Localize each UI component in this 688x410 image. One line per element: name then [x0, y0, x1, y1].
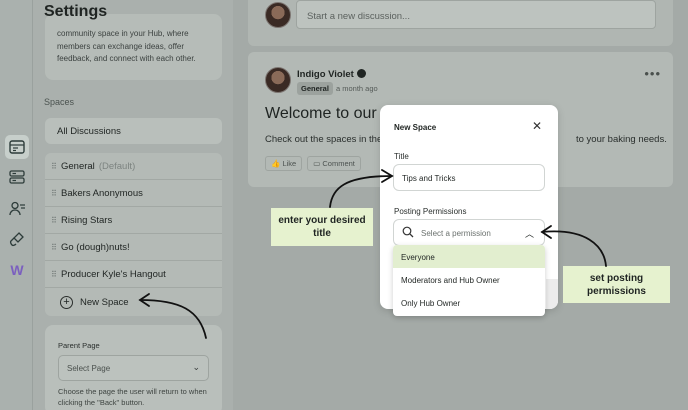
title-callout: enter your desired title: [271, 208, 373, 246]
drag-handle-icon[interactable]: ⠿: [51, 216, 61, 225]
avatar: [265, 67, 291, 93]
comment-label: Comment: [322, 159, 355, 168]
space-tag[interactable]: General: [297, 82, 333, 95]
modal-title: New Space: [394, 123, 437, 132]
page-title: Settings: [44, 3, 108, 20]
chevron-up-icon[interactable]: ︿: [525, 227, 534, 240]
paint-icon[interactable]: [6, 228, 28, 250]
space-name: Go (dough)nuts!: [61, 241, 130, 253]
permissions-label: Posting Permissions: [394, 207, 467, 216]
server-icon[interactable]: [6, 166, 28, 188]
space-item-bakers-anonymous[interactable]: ⠿ Bakers Anonymous: [45, 180, 222, 207]
verified-badge-icon: [356, 69, 366, 78]
search-icon: [402, 226, 414, 240]
space-item-general[interactable]: ⠿ General (Default): [45, 153, 222, 180]
space-description-card: community space in your Hub, where membe…: [45, 14, 222, 80]
modal-action-button[interactable]: [546, 279, 558, 309]
option-everyone[interactable]: Everyone: [393, 245, 545, 268]
parent-page-label: Parent Page: [58, 341, 100, 350]
space-name: General: [61, 160, 95, 172]
parent-page-placeholder: Select Page: [67, 364, 111, 373]
drag-handle-icon[interactable]: ⠿: [51, 189, 61, 198]
space-item-rising-stars[interactable]: ⠿ Rising Stars: [45, 207, 222, 234]
new-space-label: New Space: [80, 296, 129, 308]
comment-button[interactable]: ▭ Comment: [307, 156, 361, 171]
permission-select[interactable]: Select a permission ︿: [393, 219, 545, 246]
chevron-down-icon: ⌄: [192, 362, 200, 372]
users-icon[interactable]: [6, 197, 28, 219]
parent-page-hint: Choose the page the user will return to …: [58, 387, 207, 407]
parent-page-card: Parent Page Select Page ⌄ Choose the pag…: [45, 325, 222, 410]
space-description: community space in your Hub, where membe…: [57, 29, 196, 63]
space-name: Bakers Anonymous: [61, 187, 143, 199]
drag-handle-icon[interactable]: ⠿: [51, 162, 61, 171]
close-icon[interactable]: ✕: [532, 119, 542, 133]
option-moderators-hub-owner[interactable]: Moderators and Hub Owner: [393, 268, 545, 291]
title-field-label: Title: [394, 152, 409, 161]
post-body-start: Check out the spaces in the: [265, 134, 383, 145]
post-body-end: to your baking needs.: [576, 134, 667, 145]
like-button[interactable]: 👍 Like: [265, 156, 303, 171]
drag-handle-icon[interactable]: ⠿: [51, 270, 61, 279]
space-item-go-doughnuts[interactable]: ⠿ Go (dough)nuts!: [45, 234, 222, 261]
space-name: Producer Kyle's Hangout: [61, 268, 166, 280]
permissions-callout: set posting permissions: [563, 266, 670, 303]
plus-icon: +: [60, 295, 73, 309]
drag-handle-icon[interactable]: ⠿: [51, 243, 61, 252]
default-label: (Default): [98, 160, 136, 172]
title-input[interactable]: Tips and Tricks: [393, 164, 545, 191]
spaces-label: Spaces: [44, 97, 75, 107]
all-discussions-item[interactable]: All Discussions: [45, 118, 222, 144]
permission-options: Everyone Moderators and Hub Owner Only H…: [393, 245, 545, 316]
post-actions: 👍 Like ▭ Comment: [265, 156, 361, 171]
permission-placeholder: Select a permission: [421, 229, 491, 238]
parent-page-select[interactable]: Select Page ⌄: [58, 355, 209, 381]
avatar: [265, 2, 291, 28]
discussion-composer: Start a new discussion...: [248, 0, 673, 46]
icon-rail: W: [0, 0, 33, 410]
more-options-icon[interactable]: •••: [644, 66, 661, 81]
post-heading: Welcome to our c: [265, 105, 390, 122]
post-author[interactable]: Indigo Violet: [297, 69, 366, 80]
new-space-button[interactable]: + New Space: [45, 288, 222, 316]
new-discussion-input[interactable]: Start a new discussion...: [296, 0, 656, 29]
post-timestamp: a month ago: [336, 84, 378, 93]
spaces-list: ⠿ General (Default) ⠿ Bakers Anonymous ⠿…: [45, 153, 222, 316]
logo-icon[interactable]: W: [6, 259, 28, 281]
discussions-icon[interactable]: [5, 135, 29, 159]
space-name: Rising Stars: [61, 214, 113, 226]
option-only-hub-owner[interactable]: Only Hub Owner: [393, 291, 545, 314]
space-item-producer-kyles-hangout[interactable]: ⠿ Producer Kyle's Hangout: [45, 261, 222, 288]
like-label: Like: [282, 159, 297, 168]
settings-panel: community space in your Hub, where membe…: [33, 0, 233, 410]
author-name: Indigo Violet: [297, 69, 354, 80]
